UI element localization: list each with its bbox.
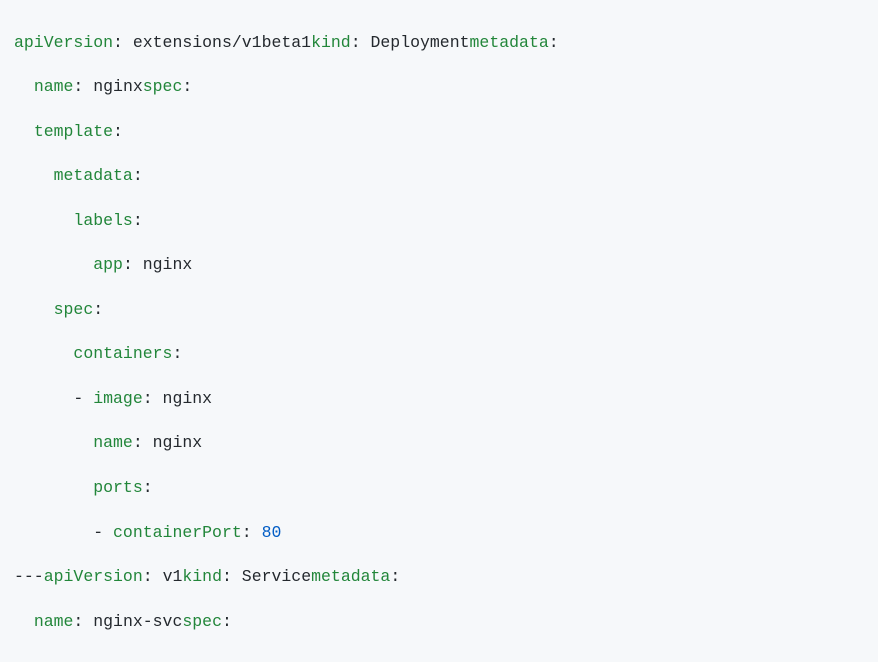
code-token: metadata — [311, 567, 390, 586]
code-token: : — [549, 33, 559, 52]
code-token: kind — [311, 33, 351, 52]
code-token — [83, 77, 93, 96]
code-token: : — [222, 612, 232, 631]
code-token: nginx — [93, 77, 143, 96]
code-token: : — [93, 300, 103, 319]
code-token — [361, 33, 371, 52]
code-token: extensions/v1beta1 — [133, 33, 311, 52]
code-token: : — [390, 567, 400, 586]
code-token: : — [172, 344, 182, 363]
code-token: nginx — [163, 389, 213, 408]
code-token: spec — [54, 300, 94, 319]
code-token — [143, 433, 153, 452]
code-token: : — [73, 612, 83, 631]
code-token — [252, 523, 262, 542]
code-token: spec — [143, 77, 183, 96]
code-token — [153, 389, 163, 408]
code-token — [14, 433, 93, 452]
code-token: : — [351, 33, 361, 52]
code-token: template — [34, 122, 113, 141]
code-token: containers — [73, 344, 172, 363]
code-token — [14, 122, 34, 141]
code-token — [14, 77, 34, 96]
code-token — [14, 166, 54, 185]
code-token: : — [123, 255, 133, 274]
code-token: : — [143, 567, 153, 586]
code-token: : — [182, 77, 192, 96]
code-token: metadata — [470, 33, 549, 52]
code-token: kind — [182, 567, 222, 586]
code-token: ports — [93, 478, 143, 497]
code-token: app — [93, 255, 123, 274]
code-token — [133, 255, 143, 274]
code-token: containerPort — [113, 523, 242, 542]
code-token: : — [133, 211, 143, 230]
code-token — [123, 33, 133, 52]
code-token — [14, 344, 73, 363]
code-token: : — [73, 77, 83, 96]
code-token: Deployment — [371, 33, 470, 52]
code-token: nginx — [143, 255, 193, 274]
yaml-code: apiVersion: extensions/v1beta1kind: Depl… — [14, 33, 559, 631]
code-token — [14, 300, 54, 319]
code-token — [83, 612, 93, 631]
yaml-code-block: apiVersion: extensions/v1beta1kind: Depl… — [0, 17, 878, 649]
code-token: apiVersion — [44, 567, 143, 586]
code-token: - — [14, 523, 113, 542]
code-token: : — [242, 523, 252, 542]
code-token: - — [14, 389, 93, 408]
code-token: : — [133, 433, 143, 452]
code-token: : — [143, 478, 153, 497]
code-token: --- — [14, 567, 44, 586]
code-token: metadata — [54, 166, 133, 185]
code-token: apiVersion — [14, 33, 113, 52]
code-token: name — [34, 77, 74, 96]
code-token: : — [143, 389, 153, 408]
code-token — [14, 211, 73, 230]
code-token: : — [222, 567, 232, 586]
code-token: nginx-svc — [93, 612, 182, 631]
code-token: name — [93, 433, 133, 452]
code-token — [14, 612, 34, 631]
code-token: v1 — [163, 567, 183, 586]
code-token: nginx — [153, 433, 203, 452]
code-token: image — [93, 389, 143, 408]
code-token — [232, 567, 242, 586]
code-token: labels — [73, 211, 132, 230]
code-token — [14, 478, 93, 497]
code-token — [14, 255, 93, 274]
code-token: : — [133, 166, 143, 185]
code-token: spec — [182, 612, 222, 631]
code-token: : — [113, 122, 123, 141]
code-token: 80 — [262, 523, 282, 542]
code-token: name — [34, 612, 74, 631]
code-token: Service — [242, 567, 311, 586]
code-token: : — [113, 33, 123, 52]
code-token — [153, 567, 163, 586]
